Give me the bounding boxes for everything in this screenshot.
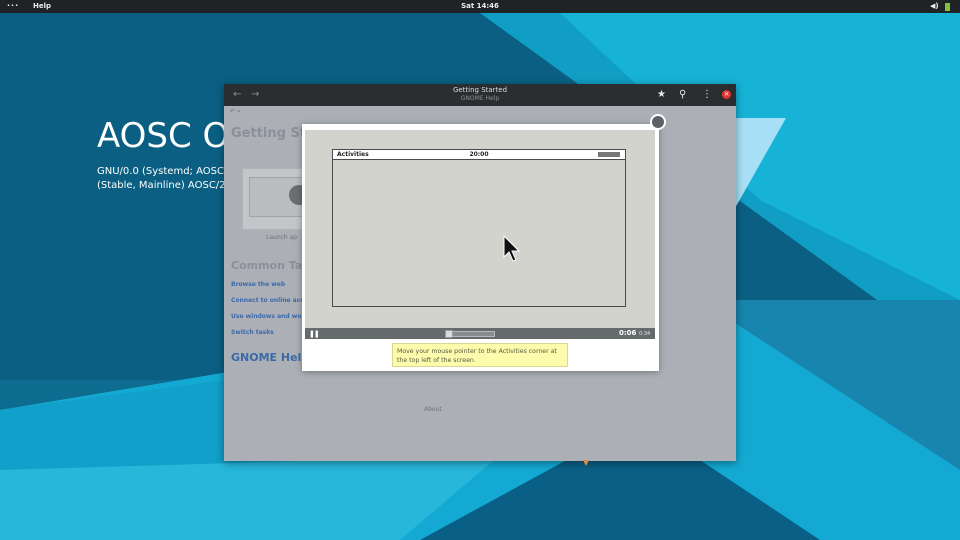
star-icon[interactable]: ★ bbox=[657, 89, 666, 100]
video-dialog: Activities 20:00 ❚❚ 0:06 0:34 Move your … bbox=[302, 124, 659, 371]
header-bar: ← → Getting Started GNOME Help ★ ⚲ ⋮ × bbox=[224, 84, 736, 106]
dock-indicator-icon bbox=[583, 460, 589, 466]
video-player[interactable]: Activities 20:00 bbox=[305, 130, 655, 328]
common-tasks-heading: Common Tas bbox=[231, 259, 309, 272]
search-icon[interactable]: ⚲ bbox=[679, 89, 686, 100]
task-link-browse[interactable]: Browse the web bbox=[231, 281, 285, 288]
current-time: 0:06 bbox=[619, 329, 637, 337]
mock-top-bar: Activities 20:00 bbox=[333, 150, 625, 160]
kebab-menu-icon[interactable]: ⋮ bbox=[702, 89, 712, 100]
mock-battery-icon bbox=[598, 152, 620, 157]
pause-icon[interactable]: ❚❚ bbox=[309, 330, 320, 338]
total-time: 0:34 bbox=[639, 331, 651, 337]
thumbnail-caption: Launch ap bbox=[266, 234, 298, 241]
mouse-pointer-icon bbox=[503, 235, 521, 262]
task-link-online-accounts[interactable]: Connect to online acc bbox=[231, 297, 304, 304]
breadcrumb[interactable]: ↶ » bbox=[230, 108, 241, 115]
video-caption: Move your mouse pointer to the Activitie… bbox=[392, 343, 568, 367]
volume-icon[interactable]: ◀) bbox=[930, 2, 939, 10]
desktop-title: AOSC O bbox=[97, 116, 230, 156]
clock[interactable]: Sat 14:46 bbox=[0, 2, 960, 10]
close-icon[interactable]: × bbox=[722, 90, 731, 99]
dialog-close-icon[interactable] bbox=[650, 114, 666, 130]
battery-icon[interactable] bbox=[945, 3, 950, 11]
mock-clock: 20:00 bbox=[469, 151, 489, 158]
task-link-switch-tasks[interactable]: Switch tasks bbox=[231, 329, 274, 336]
task-link-windows[interactable]: Use windows and wo bbox=[231, 313, 301, 320]
desktop-version-line: GNU/0.0 (Systemd; AOSC OS bbox=[97, 166, 242, 177]
gnome-help-link[interactable]: GNOME Help bbox=[231, 351, 309, 364]
top-bar: ··· Help Sat 14:46 ◀) bbox=[0, 0, 960, 13]
mock-desktop-screen: Activities 20:00 bbox=[332, 149, 626, 307]
video-controls: ❚❚ 0:06 0:34 bbox=[305, 328, 655, 339]
seek-handle[interactable] bbox=[445, 330, 453, 338]
about-link[interactable]: About bbox=[424, 406, 442, 413]
desktop-version-line: (Stable, Mainline) AOSC/201 bbox=[97, 180, 239, 191]
